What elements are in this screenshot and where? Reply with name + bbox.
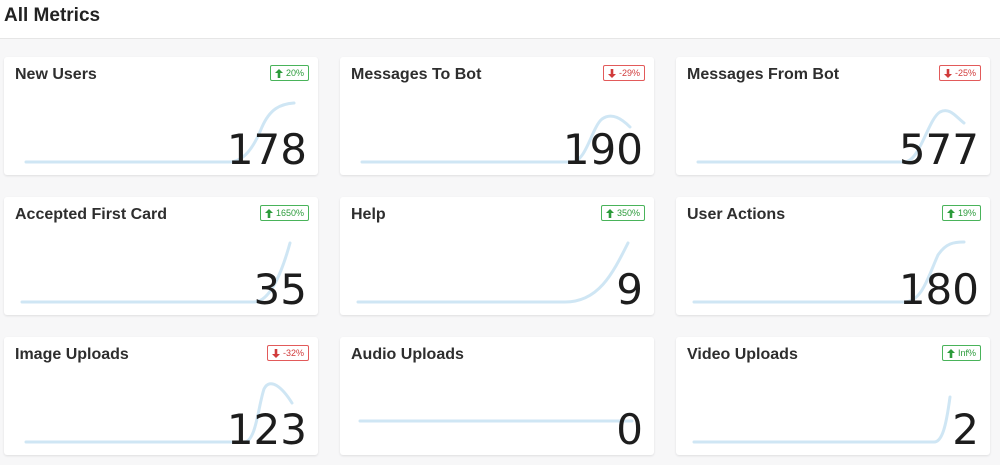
- metric-value: 0: [616, 405, 643, 454]
- arrow-down-icon: [943, 68, 952, 78]
- arrow-up-icon: [274, 68, 283, 78]
- metric-card-user-actions[interactable]: User Actions 19% 180: [676, 197, 990, 315]
- metric-value: 9: [616, 265, 643, 314]
- change-badge: -29%: [602, 65, 645, 81]
- metric-card-image-uploads[interactable]: Image Uploads -32% 123: [4, 337, 318, 455]
- change-value: -25%: [954, 68, 976, 78]
- metric-title: Help: [351, 206, 386, 223]
- arrow-up-icon: [605, 208, 614, 218]
- metric-value: 2: [952, 405, 979, 454]
- metric-value: 190: [562, 125, 643, 174]
- metric-title: New Users: [15, 66, 97, 83]
- metric-title: User Actions: [687, 206, 786, 223]
- change-value: 20%: [285, 68, 304, 78]
- metric-value: 577: [898, 125, 979, 174]
- change-badge: 1650%: [259, 205, 309, 221]
- metric-value: 35: [253, 265, 307, 314]
- metric-card-help[interactable]: Help 350% 9: [340, 197, 654, 315]
- metric-title: Accepted First Card: [15, 206, 168, 223]
- metric-value: 123: [226, 405, 307, 454]
- metric-value: 178: [226, 125, 307, 174]
- metric-card-accepted-first-card[interactable]: Accepted First Card 1650% 35: [4, 197, 318, 315]
- metric-title: Image Uploads: [15, 346, 129, 363]
- change-value: 1650%: [275, 208, 304, 218]
- change-value: Inf%: [957, 348, 976, 358]
- metric-title: Messages From Bot: [687, 66, 840, 83]
- change-value: -32%: [282, 348, 304, 358]
- arrow-down-icon: [607, 68, 616, 78]
- metric-card-new-users[interactable]: New Users 20% 178: [4, 57, 318, 175]
- metric-card-messages-from-bot[interactable]: Messages From Bot -25% 577: [676, 57, 990, 175]
- change-value: 350%: [616, 208, 640, 218]
- metric-card-video-uploads[interactable]: Video Uploads Inf% 2: [676, 337, 990, 455]
- arrow-up-icon: [946, 348, 955, 358]
- change-badge: -32%: [266, 345, 309, 361]
- change-badge: Inf%: [941, 345, 981, 361]
- header-bar: All Metrics: [0, 0, 1000, 39]
- arrow-down-icon: [271, 348, 280, 358]
- metric-card-audio-uploads[interactable]: Audio Uploads 0: [340, 337, 654, 455]
- metric-title: Audio Uploads: [351, 346, 464, 363]
- arrow-up-icon: [946, 208, 955, 218]
- page-title: All Metrics: [4, 5, 101, 26]
- arrow-up-icon: [264, 208, 273, 218]
- metric-value: 180: [898, 265, 979, 314]
- change-value: -29%: [618, 68, 640, 78]
- change-badge: 20%: [269, 65, 309, 81]
- change-badge: 19%: [941, 205, 981, 221]
- metric-title: Messages To Bot: [351, 66, 482, 83]
- change-value: 19%: [957, 208, 976, 218]
- change-badge: 350%: [600, 205, 645, 221]
- metric-title: Video Uploads: [687, 346, 798, 363]
- metric-card-messages-to-bot[interactable]: Messages To Bot -29% 190: [340, 57, 654, 175]
- change-badge: -25%: [938, 65, 981, 81]
